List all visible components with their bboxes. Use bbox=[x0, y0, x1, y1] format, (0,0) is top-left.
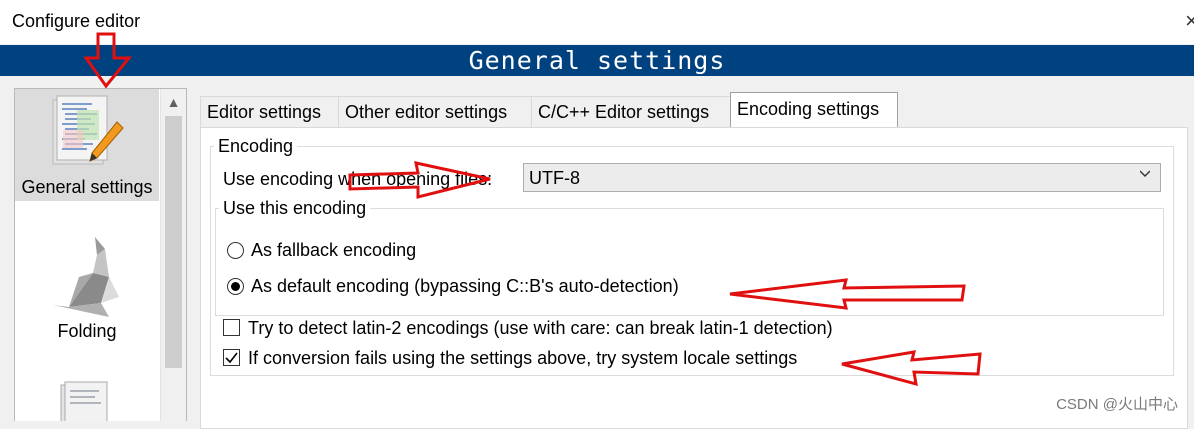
encoding-select-value: UTF-8 bbox=[529, 168, 580, 188]
default-encoding-label: As default encoding (bypassing C::B's au… bbox=[251, 276, 679, 296]
encoding-select[interactable]: UTF-8 bbox=[523, 163, 1161, 192]
sidebar-item-label: Folding bbox=[57, 321, 117, 341]
document-icon bbox=[60, 381, 108, 421]
tab-cpp-editor-settings[interactable]: C/C++ Editor settings bbox=[531, 96, 733, 127]
default-encoding-radio[interactable] bbox=[227, 278, 244, 295]
radio-selected-dot bbox=[231, 282, 240, 291]
sidebar-item-label: General settings bbox=[21, 177, 153, 197]
chevron-down-icon bbox=[1140, 170, 1150, 177]
fallback-encoding-radio[interactable] bbox=[227, 242, 244, 259]
annotation-arrow-down-icon bbox=[84, 32, 133, 89]
title-bar: Configure editor × bbox=[0, 0, 1194, 44]
window-title: Configure editor bbox=[12, 11, 141, 31]
system-locale-checkbox[interactable] bbox=[223, 349, 240, 366]
annotation-arrow-right-icon bbox=[348, 161, 491, 199]
sidebar-item-folding[interactable]: Folding bbox=[15, 221, 159, 345]
sidebar-item-document[interactable] bbox=[15, 371, 159, 421]
tab-encoding-settings[interactable]: Encoding settings bbox=[730, 92, 898, 127]
latin2-detect-label: Try to detect latin-2 encodings (use wit… bbox=[248, 318, 833, 338]
sidebar: General settings Folding ▲ bbox=[14, 88, 187, 421]
system-locale-label: If conversion fails using the settings a… bbox=[248, 348, 798, 368]
encoding-group-label: Encoding bbox=[218, 136, 294, 156]
tab-editor-settings[interactable]: Editor settings bbox=[200, 96, 340, 127]
sidebar-scrollbar[interactable]: ▲ bbox=[160, 89, 186, 421]
section-banner: General settings bbox=[0, 45, 1194, 76]
scroll-thumb[interactable] bbox=[165, 116, 182, 368]
scroll-up-icon[interactable]: ▲ bbox=[161, 89, 186, 115]
checkmark-icon bbox=[225, 352, 238, 364]
use-encoding-group-label: Use this encoding bbox=[223, 198, 367, 218]
fallback-encoding-label: As fallback encoding bbox=[251, 240, 417, 260]
watermark: CSDN @火山中心 bbox=[1056, 396, 1178, 413]
tab-other-editor-settings[interactable]: Other editor settings bbox=[338, 96, 534, 127]
annotation-arrow-left-icon bbox=[841, 350, 982, 387]
close-icon[interactable]: × bbox=[1185, 8, 1194, 34]
document-pencil-icon bbox=[52, 95, 124, 165]
origami-bird-icon bbox=[53, 237, 119, 317]
sidebar-item-general-settings[interactable]: General settings bbox=[15, 89, 159, 201]
annotation-arrow-left-icon bbox=[729, 278, 966, 310]
latin2-detect-checkbox[interactable] bbox=[223, 319, 240, 336]
